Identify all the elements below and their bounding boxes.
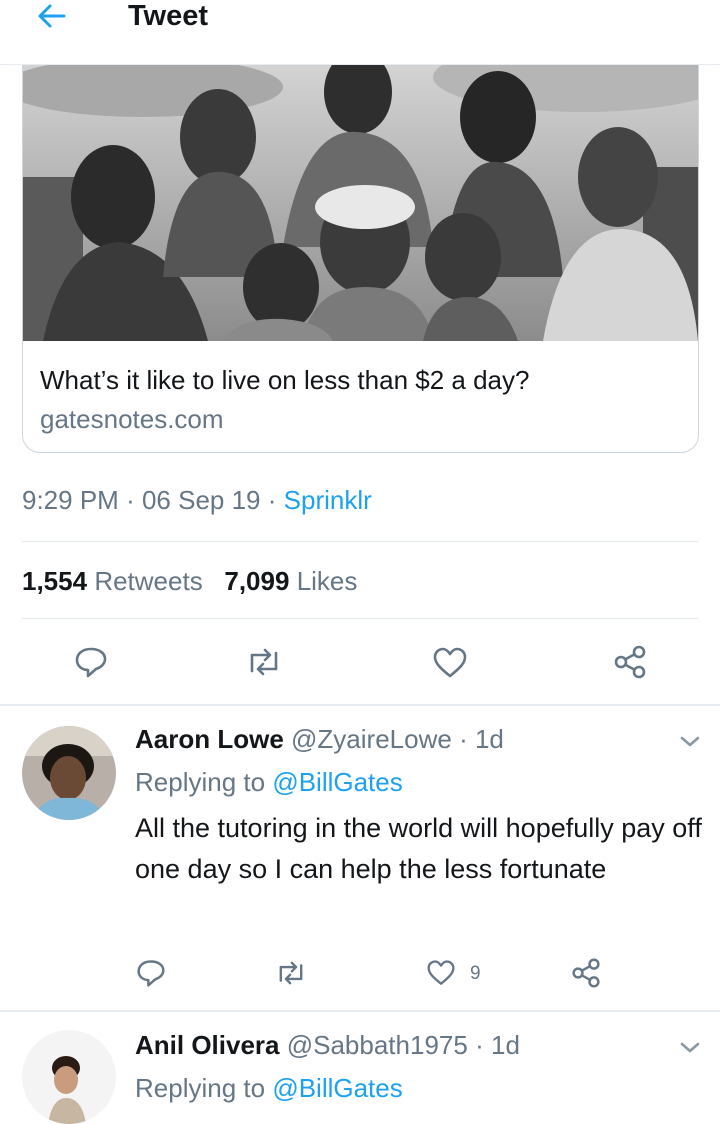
reply-time: 1d	[474, 724, 504, 754]
replying-prefix: Replying to	[135, 1073, 266, 1103]
avatar[interactable]	[22, 726, 116, 820]
retweets-stat[interactable]: 1,554 Retweets	[22, 566, 203, 596]
like-count: 9	[470, 963, 481, 984]
likes-label: Likes	[296, 566, 358, 596]
meta-separator: ·	[126, 485, 135, 515]
divider	[0, 1010, 720, 1012]
tweet-stats: 1,554 Retweets 7,099 Likes	[22, 563, 357, 599]
reply-author: Anil Olivera @Sabbath1975 · 1d	[135, 1030, 520, 1060]
author-handle[interactable]: @ZyaireLowe	[291, 724, 452, 754]
reply-time: 1d	[490, 1030, 520, 1060]
reply-author: Aaron Lowe @ZyaireLowe · 1d	[135, 724, 504, 754]
divider	[22, 618, 698, 619]
divider	[22, 541, 698, 542]
chevron-down-icon[interactable]	[678, 734, 702, 750]
retweets-count: 1,554	[22, 566, 88, 596]
likes-stat[interactable]: 7,099 Likes	[224, 566, 357, 596]
card-title: What’s it like to live on less than $2 a…	[40, 365, 530, 395]
card-domain: gatesnotes.com	[40, 404, 224, 434]
avatar[interactable]	[22, 1030, 116, 1124]
reply-icon[interactable]	[136, 958, 166, 988]
share-icon[interactable]	[570, 958, 602, 988]
back-button[interactable]	[32, 0, 72, 34]
retweet-icon[interactable]	[274, 958, 308, 988]
reply-text: All the tutoring in the world will hopef…	[135, 813, 702, 884]
replying-to: Replying to @BillGates	[135, 765, 403, 799]
chevron-down-icon[interactable]	[678, 1040, 702, 1056]
author-handle[interactable]: @Sabbath1975	[287, 1030, 468, 1060]
meta-separator: ·	[267, 485, 277, 515]
share-icon[interactable]	[612, 645, 648, 679]
heart-icon[interactable]	[432, 646, 468, 680]
tweet-meta: 9:29 PM · 06 Sep 19 · Sprinklr	[22, 482, 372, 518]
card-image	[23, 47, 698, 341]
page-title: Tweet	[128, 0, 209, 32]
replying-prefix: Replying to	[135, 767, 266, 797]
retweets-label: Retweets	[94, 566, 203, 596]
retweet-icon[interactable]	[244, 645, 284, 679]
arrow-left-icon	[38, 4, 66, 28]
reply-icon[interactable]	[74, 645, 108, 679]
tweet-time: 9:29 PM	[22, 485, 119, 515]
link-card[interactable]: What’s it like to live on less than $2 a…	[22, 46, 699, 453]
author-name[interactable]: Aaron Lowe	[135, 724, 284, 754]
top-bar: Tweet	[0, 0, 720, 65]
tweet-date: 06 Sep 19	[141, 485, 261, 515]
likes-count: 7,099	[224, 566, 290, 596]
replying-to: Replying to @BillGates	[135, 1071, 403, 1105]
heart-icon[interactable]	[426, 959, 456, 987]
author-name[interactable]: Anil Olivera	[135, 1030, 280, 1060]
divider	[0, 704, 720, 706]
tweet-source-link[interactable]: Sprinklr	[284, 485, 372, 515]
replying-to-handle[interactable]: @BillGates	[272, 767, 402, 797]
replying-to-handle[interactable]: @BillGates	[272, 1073, 402, 1103]
